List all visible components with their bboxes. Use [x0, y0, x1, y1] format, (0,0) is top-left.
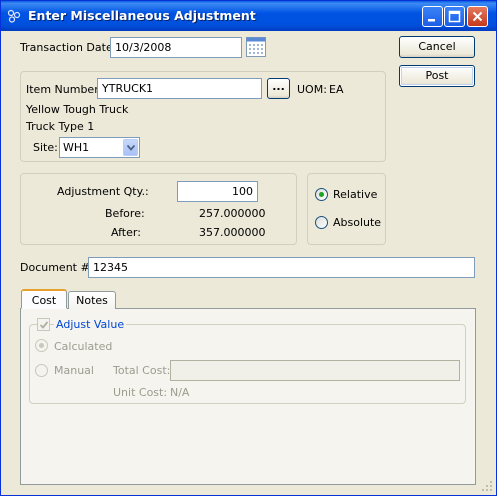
calendar-icon[interactable]	[246, 37, 266, 57]
cancel-button[interactable]: Cancel	[399, 36, 475, 58]
post-button[interactable]: Post	[399, 65, 475, 87]
before-value: 257.000000	[199, 207, 266, 220]
item-number-field[interactable]: YTRUCK1	[97, 78, 262, 99]
resize-grip-icon[interactable]	[481, 480, 493, 492]
title-bar[interactable]: Enter Miscellaneous Adjustment	[1, 1, 496, 31]
adjustment-qty-label: Adjustment Qty.:	[57, 185, 149, 198]
after-label: After:	[111, 226, 141, 239]
checkmark-icon	[39, 321, 49, 329]
transaction-date-label: Transaction Date:	[20, 41, 117, 54]
site-select-value: WH1	[63, 141, 90, 154]
item-description-2: Truck Type 1	[26, 120, 95, 133]
document-number-field[interactable]: 12345	[88, 257, 475, 278]
absolute-radio[interactable]	[315, 216, 328, 229]
total-cost-label: Total Cost:	[113, 364, 171, 377]
uom-label: UOM:	[297, 83, 327, 96]
site-select-dropdown[interactable]	[123, 139, 138, 156]
total-cost-field[interactable]	[170, 360, 460, 381]
relative-label[interactable]: Relative	[333, 188, 377, 201]
calculated-label[interactable]: Calculated	[54, 340, 112, 353]
site-label: Site:	[33, 141, 58, 154]
chevron-down-icon	[127, 145, 135, 151]
site-select[interactable]: WH1	[59, 137, 140, 158]
item-lookup-button[interactable]: ...	[267, 78, 290, 99]
relative-radio[interactable]	[315, 188, 328, 201]
item-description-1: Yellow Tough Truck	[26, 103, 129, 116]
transaction-date-field[interactable]: 10/3/2008	[110, 37, 242, 58]
manual-radio[interactable]	[35, 364, 48, 377]
tab-cost[interactable]: Cost	[21, 289, 67, 309]
tab-notes[interactable]: Notes	[68, 291, 116, 309]
app-dots-icon	[7, 9, 21, 23]
close-icon	[472, 11, 483, 22]
before-label: Before:	[105, 207, 145, 220]
unit-cost-value: N/A	[170, 386, 190, 399]
after-value: 357.000000	[199, 226, 266, 239]
document-number-label: Document #:	[20, 261, 94, 274]
window-title: Enter Miscellaneous Adjustment	[28, 8, 256, 23]
manual-label[interactable]: Manual	[54, 364, 94, 377]
absolute-label[interactable]: Absolute	[333, 216, 381, 229]
unit-cost-label: Unit Cost:	[113, 386, 168, 399]
adjust-value-checkbox[interactable]	[37, 318, 50, 331]
maximize-icon	[448, 10, 461, 23]
adjustment-window: Enter Miscellaneous Adjustment Transacti…	[0, 0, 497, 496]
item-number-label: Item Number:	[26, 83, 103, 96]
adjust-value-label: Adjust Value	[54, 318, 127, 331]
calculated-radio[interactable]	[35, 339, 48, 352]
minimize-button[interactable]	[422, 6, 443, 27]
uom-value: EA	[329, 83, 344, 96]
adjustment-mode-group	[307, 173, 386, 245]
maximize-button[interactable]	[444, 6, 465, 27]
minimize-icon	[428, 19, 435, 22]
adjustment-qty-field[interactable]: 100	[177, 181, 258, 202]
close-button[interactable]	[467, 6, 488, 27]
